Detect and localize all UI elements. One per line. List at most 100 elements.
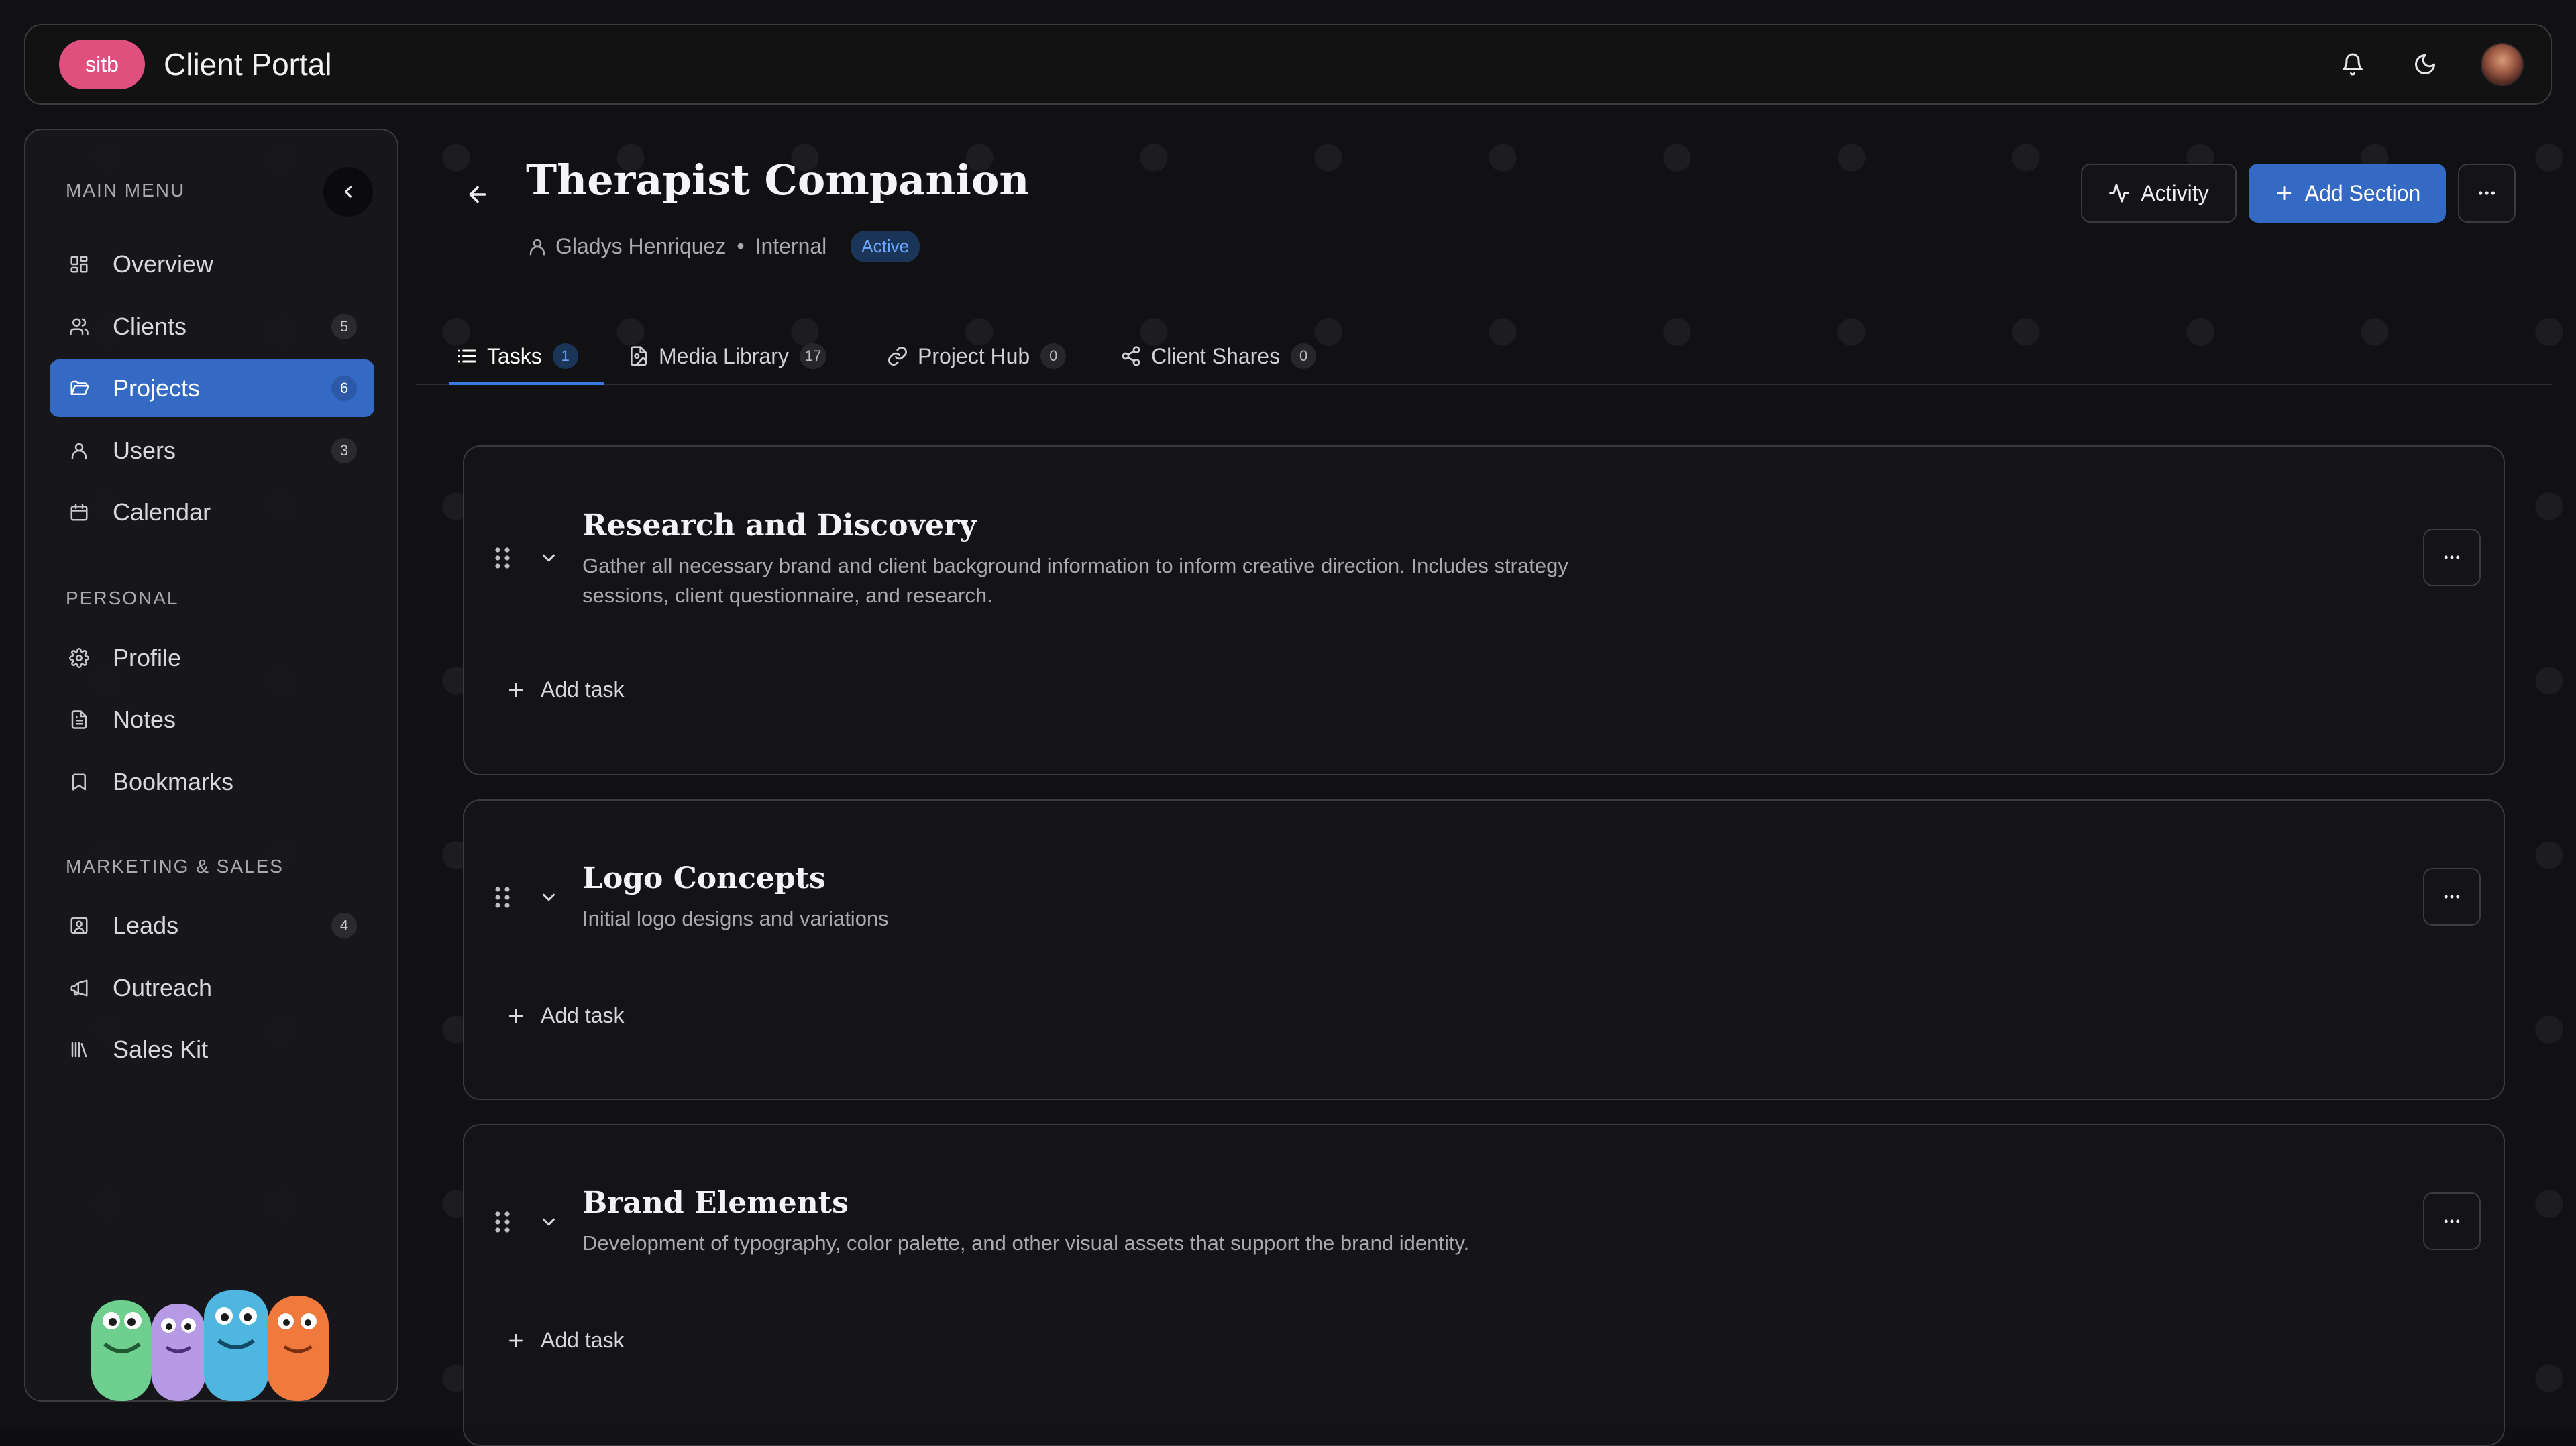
plus-icon	[506, 1331, 526, 1351]
document-icon	[66, 706, 93, 733]
project-more-button[interactable]	[2458, 164, 2516, 223]
drag-handle-icon[interactable]	[494, 1210, 511, 1234]
section-card: Brand Elements Development of typography…	[463, 1124, 2505, 1446]
tab-tasks[interactable]: Tasks 1	[456, 327, 578, 385]
add-task-label: Add task	[541, 677, 625, 702]
project-type: Internal	[755, 234, 827, 258]
tab-media-library[interactable]: Media Library 17	[628, 327, 827, 385]
sidebar-item-sales-kit[interactable]: Sales Kit	[50, 1021, 374, 1078]
sidebar-item-overview[interactable]: Overview	[50, 235, 374, 293]
sidebar-item-notes[interactable]: Notes	[50, 691, 374, 748]
tab-label: Tasks	[487, 343, 542, 368]
users-icon	[66, 313, 93, 340]
collapse-sidebar-button[interactable]	[323, 167, 373, 217]
add-task-button[interactable]: Add task	[506, 1328, 625, 1353]
tab-count: 17	[799, 343, 827, 369]
collapse-section-chevron-icon[interactable]	[537, 546, 561, 570]
main-menu-label: MAIN MENU	[66, 180, 186, 201]
app-title: Client Portal	[164, 47, 332, 82]
sidebar-item-label: Projects	[113, 374, 201, 402]
active-tab-indicator	[449, 382, 604, 385]
project-tabs: Tasks 1 Media Library 17 Project Hub 0 C…	[416, 327, 2552, 385]
sidebar-item-label: Overview	[113, 250, 214, 278]
add-task-label: Add task	[541, 1328, 625, 1352]
sidebar-item-label: Notes	[113, 706, 176, 733]
section-description: Initial logo designs and variations	[582, 907, 889, 930]
drag-handle-icon[interactable]	[494, 885, 511, 909]
tab-label: Project Hub	[918, 343, 1030, 368]
calendar-icon	[66, 499, 93, 526]
collapse-section-chevron-icon[interactable]	[537, 1210, 561, 1234]
count-badge: 6	[331, 376, 357, 401]
sidebar-item-label: Calendar	[113, 498, 211, 526]
sidebar-item-profile[interactable]: Profile	[50, 629, 374, 687]
count-badge: 4	[331, 913, 357, 938]
marketing-sales-label: MARKETING & SALES	[66, 856, 284, 877]
sidebar-item-label: Profile	[113, 644, 182, 671]
sidebar-item-projects[interactable]: Projects 6	[50, 359, 374, 417]
tab-project-hub[interactable]: Project Hub 0	[887, 327, 1067, 385]
project-meta: Gladys Henriquez • Internal Active	[527, 231, 920, 262]
link-icon	[887, 345, 908, 367]
sidebar-item-clients[interactable]: Clients 5	[50, 298, 374, 355]
section-card: Research and Discovery Gather all necess…	[463, 445, 2505, 775]
library-icon	[66, 1036, 93, 1063]
user-avatar[interactable]	[2481, 43, 2524, 86]
contact-icon	[66, 912, 93, 939]
share-icon	[1120, 345, 1142, 367]
count-badge: 5	[331, 314, 357, 339]
gear-icon	[66, 645, 93, 671]
brand-logo[interactable]: sitb	[59, 40, 145, 89]
bookmark-icon	[66, 769, 93, 795]
sidebar-item-users[interactable]: Users 3	[50, 422, 374, 480]
grid-icon	[66, 251, 93, 278]
add-task-button[interactable]: Add task	[506, 1003, 625, 1028]
section-card: Logo Concepts Initial logo designs and v…	[463, 799, 2505, 1100]
section-more-button[interactable]	[2423, 868, 2481, 926]
section-more-button[interactable]	[2423, 1192, 2481, 1250]
tab-label: Client Shares	[1151, 343, 1281, 368]
add-section-button[interactable]: Add Section	[2249, 164, 2446, 223]
count-badge: 3	[331, 438, 357, 463]
section-title: Logo Concepts	[582, 861, 826, 895]
tab-count: 0	[1291, 343, 1317, 369]
image-file-icon	[628, 345, 649, 367]
back-button[interactable]	[463, 180, 492, 209]
chevron-left-icon	[344, 186, 352, 198]
plus-icon	[2274, 183, 2294, 203]
section-title: Brand Elements	[582, 1186, 849, 1220]
user-icon	[66, 437, 93, 464]
mascot-illustration	[91, 1290, 329, 1401]
dark-mode-moon-icon[interactable]	[2408, 48, 2442, 81]
drag-handle-icon[interactable]	[494, 546, 511, 570]
section-description: Development of typography, color palette…	[582, 1231, 1470, 1255]
section-description: Gather all necessary brand and client ba…	[582, 554, 1568, 607]
sidebar-item-label: Users	[113, 437, 176, 464]
sidebar-item-bookmarks[interactable]: Bookmarks	[50, 753, 374, 811]
section-more-button[interactable]	[2423, 529, 2481, 586]
section-title: Research and Discovery	[582, 508, 977, 543]
person-icon	[527, 237, 547, 257]
activity-pulse-icon	[2108, 182, 2130, 204]
add-section-label: Add Section	[2304, 180, 2421, 205]
tab-client-shares[interactable]: Client Shares 0	[1120, 327, 1317, 385]
meta-separator: •	[737, 234, 745, 258]
sidebar-item-outreach[interactable]: Outreach	[50, 959, 374, 1017]
add-task-label: Add task	[541, 1003, 625, 1027]
collapse-section-chevron-icon[interactable]	[537, 885, 561, 909]
status-badge: Active	[851, 231, 920, 262]
sidebar-item-label: Outreach	[113, 974, 213, 1001]
sidebar-item-leads[interactable]: Leads 4	[50, 897, 374, 954]
tab-count: 1	[552, 343, 578, 369]
plus-icon	[506, 1006, 526, 1026]
folder-icon	[66, 375, 93, 402]
add-task-button[interactable]: Add task	[506, 677, 625, 702]
notifications-bell-icon[interactable]	[2336, 48, 2369, 81]
arrow-left-icon	[469, 186, 486, 203]
top-bar: sitb Client Portal	[24, 24, 2552, 105]
tab-count: 0	[1040, 343, 1067, 369]
list-icon	[456, 345, 478, 367]
sidebar-item-calendar[interactable]: Calendar	[50, 484, 374, 541]
megaphone-icon	[66, 975, 93, 1001]
activity-button[interactable]: Activity	[2081, 164, 2237, 223]
